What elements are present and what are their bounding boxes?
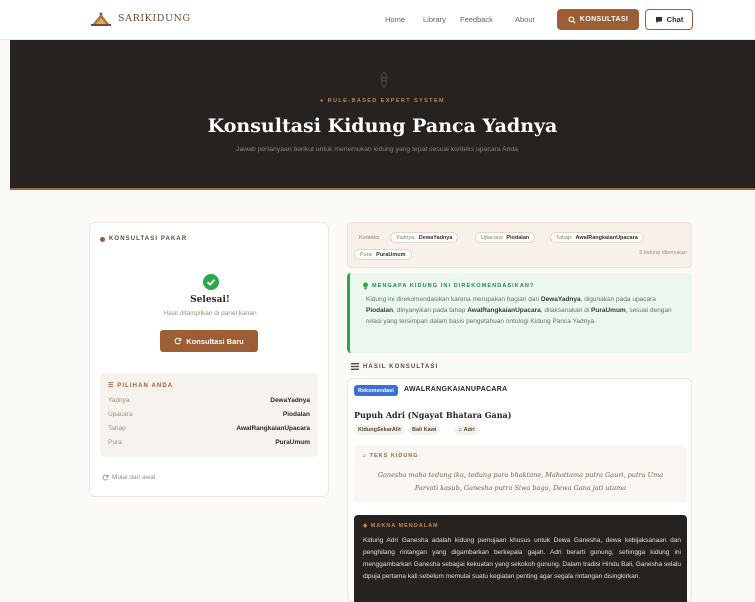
- result-card: Rekomendasi AWALRANGKAIANUPACARA Pupuh A…: [347, 378, 692, 602]
- result-section-title: HASIL KONSULTASI: [351, 363, 438, 370]
- lyrics-box: ♫ TEKS KIDUNG Ganesha maha tedung iku, t…: [354, 445, 687, 503]
- list-icon: [351, 363, 359, 370]
- chip-pura: Pura: PuraUmum: [354, 249, 412, 260]
- brand-name[interactable]: SARIKIDUNG: [118, 13, 191, 24]
- ceremony-stage: AWALRANGKAIANUPACARA: [404, 386, 508, 393]
- chip-tahap: Tahap: AwalRangkaianUpacara: [550, 232, 644, 243]
- selection-title: ☰ PILIHAN ANDA: [108, 383, 174, 389]
- new-consultation-button[interactable]: Konsultasi Baru: [160, 330, 258, 352]
- nav-library[interactable]: Library: [423, 15, 446, 24]
- lyrics-text: Ganesha maha tedung iku, tedung para bha…: [377, 471, 664, 492]
- chip-yadnya: Yadnya: DewaYadnya: [390, 232, 459, 243]
- page-title: Konsultasi Kidung Panca Yadnya: [207, 115, 558, 137]
- reason-text: Kidung ini direkomendasikan karena merup…: [366, 296, 672, 325]
- hero-banner: ● RULE-BASED EXPERT SYSTEM Konsultasi Ki…: [10, 40, 755, 190]
- selection-row: Tahap AwalRangkaianUpacara: [108, 425, 310, 432]
- context-bar: Konteks: Yadnya: DewaYadnya Upacara: Pioda…: [347, 222, 692, 268]
- recommendation-badge: Rekomendasi: [354, 385, 398, 396]
- lyrics-title: ♫ TEKS KIDUNG: [362, 453, 419, 459]
- konsultasi-label: KONSULTASI: [579, 16, 629, 23]
- kidung-title: Pupuh Adri (Ngayat Bhatara Gana): [354, 410, 512, 420]
- refresh-icon: [174, 337, 182, 345]
- meaning-text: Kidung Adri Ganesha adalah kidung pemuja…: [363, 537, 681, 580]
- lightbulb-icon: [363, 282, 368, 290]
- nav-about[interactable]: About: [515, 15, 535, 24]
- reason-title: MENGAPA KIDUNG INI DIREKOMENDASIKAN?: [362, 282, 534, 290]
- selection-row: Pura PuraUmum: [108, 439, 310, 446]
- hero-subtitle: Jawab pertanyaan berikut untuk menemukan…: [236, 146, 518, 153]
- tag-language: Bali Kawi: [408, 425, 441, 435]
- found-count: 3 kidung ditemukan: [639, 250, 687, 256]
- logo-icon[interactable]: [90, 11, 112, 27]
- chat-button[interactable]: Chat: [645, 9, 693, 30]
- bullet-icon: [100, 236, 105, 242]
- restart-link[interactable]: Mulai dari awal: [102, 474, 155, 481]
- selection-row: Upacara Piodalan: [108, 411, 310, 418]
- hero-tagline: ● RULE-BASED EXPERT SYSTEM: [320, 98, 445, 104]
- new-consultation-label: Konsultasi Baru: [186, 336, 244, 346]
- tag-pupuh: ♫ Adri: [454, 425, 479, 435]
- check-circle-icon: [203, 274, 219, 290]
- done-subtitle: Hasil ditampilkan di panel kanan: [163, 310, 257, 317]
- nav-feedback[interactable]: Feedback: [460, 15, 493, 24]
- tag-category: KidungSekarAlit: [354, 425, 405, 435]
- meaning-box: ◆ MAKNA MENDALAM Kidung Adri Ganesha ada…: [354, 515, 687, 602]
- nav-home[interactable]: Home: [385, 15, 405, 24]
- consultation-panel: KONSULTASI PAKAR Selesai! Hasil ditampil…: [89, 222, 329, 497]
- meaning-title: ◆ MAKNA MENDALAM: [363, 523, 439, 529]
- done-title: Selesai!: [190, 295, 230, 305]
- chat-label: Chat: [666, 15, 684, 24]
- recommendation-reason: MENGAPA KIDUNG INI DIREKOMENDASIKAN? Kid…: [347, 273, 692, 353]
- konsultasi-button[interactable]: KONSULTASI: [557, 9, 639, 30]
- chip-upacara: Upacara: Piodalan: [475, 232, 536, 243]
- top-nav: SARIKIDUNG Home Library Feedback About K…: [0, 0, 755, 40]
- restart-icon: [102, 474, 109, 481]
- ornament-icon: [380, 71, 388, 89]
- selection-row: Yadnya DewaYadnya: [108, 397, 310, 404]
- context-label: Konteks:: [359, 234, 381, 241]
- panel-title: KONSULTASI PAKAR: [100, 236, 187, 242]
- search-icon: [568, 15, 576, 24]
- selection-summary: ☰ PILIHAN ANDA Yadnya DewaYadnya Upacara P…: [100, 373, 318, 457]
- chat-icon: [655, 16, 662, 23]
